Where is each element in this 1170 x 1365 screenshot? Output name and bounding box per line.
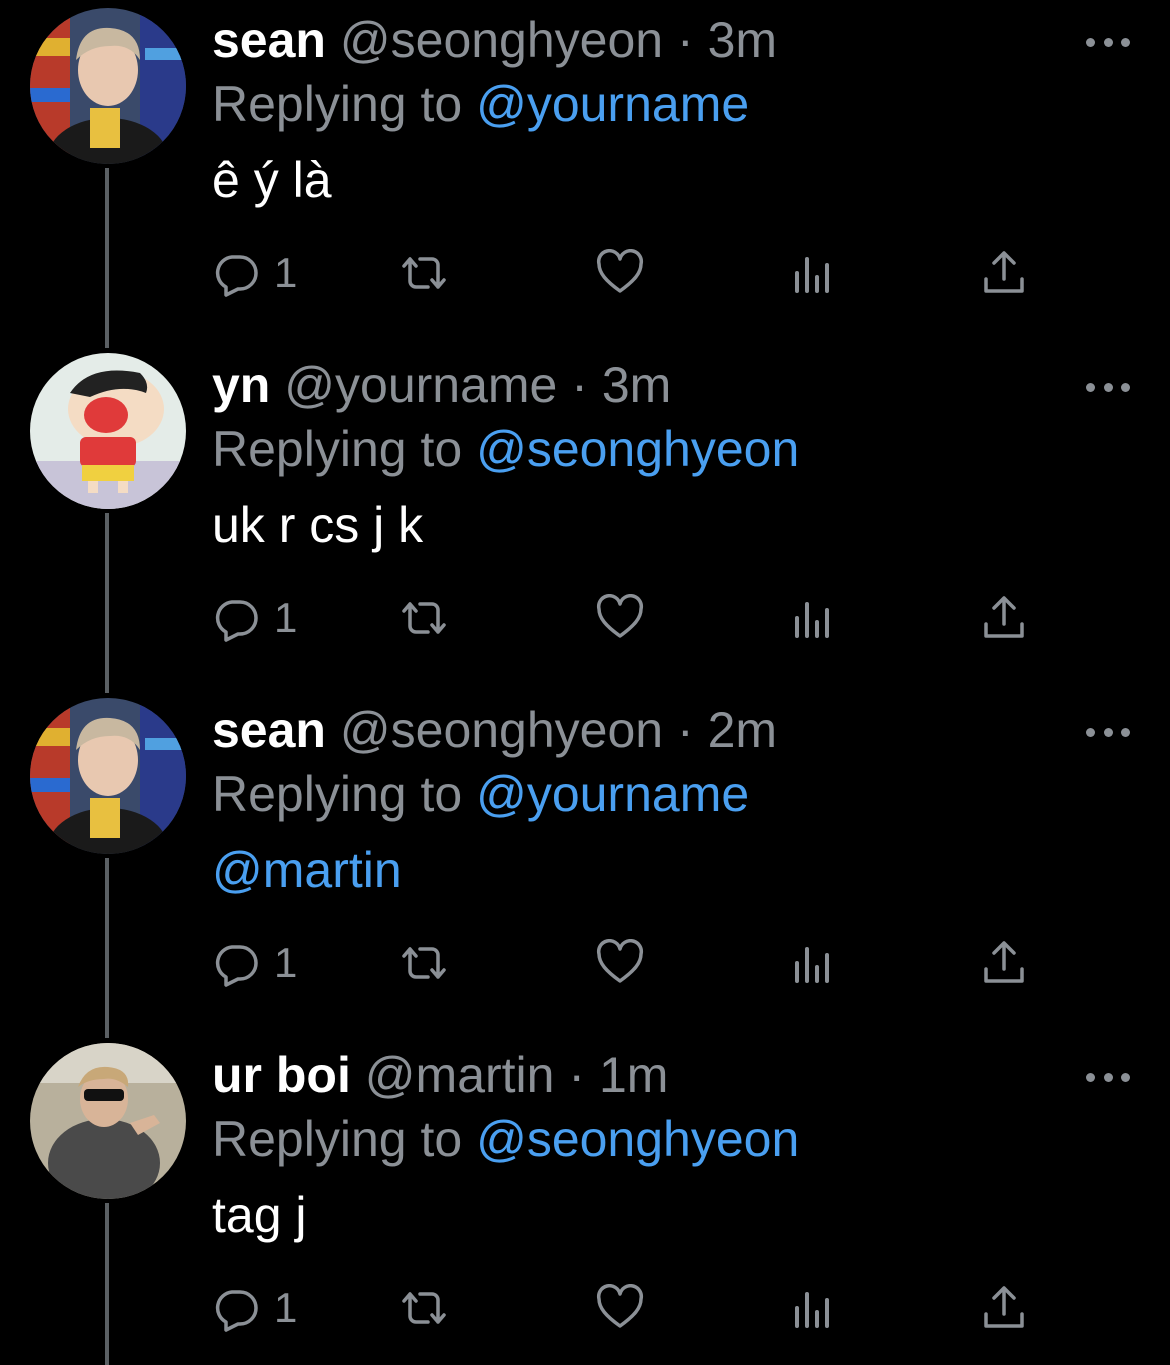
replying-to-label: Replying to [212,766,463,822]
stats-button[interactable] [788,590,836,646]
replying-to: Replying to @yourname [212,74,749,134]
like-button[interactable] [596,1280,644,1336]
share-icon [984,1286,1024,1328]
thread-line [105,168,109,348]
tweet[interactable]: ur boi @martin · 1m Replying to @seonghy… [0,1035,1170,1365]
like-button[interactable] [596,590,644,646]
retweet-icon [402,602,446,634]
tweet-text-mention[interactable]: @martin [212,840,402,900]
replying-to: Replying to @seonghyeon [212,1109,799,1169]
display-name[interactable]: sean [212,12,326,68]
reply-button[interactable]: 1 [212,590,297,646]
replying-to-mention[interactable]: @seonghyeon [476,421,799,477]
replying-to-label: Replying to [212,1111,463,1167]
avatar[interactable] [30,353,186,509]
stats-icon [795,602,829,638]
handle[interactable]: @seonghyeon [340,702,663,758]
tweet-text: uk r cs j k [212,497,424,553]
retweet-icon [402,947,446,979]
timestamp[interactable]: 2m [708,702,777,758]
handle[interactable]: @seonghyeon [340,12,663,68]
replying-to-mention[interactable]: @seonghyeon [476,1111,799,1167]
thread-line [105,858,109,1038]
timestamp[interactable]: 1m [599,1047,668,1103]
avatar[interactable] [30,1043,186,1199]
tweet-text: ê ý là [212,152,332,208]
separator: · [571,357,588,413]
handle[interactable]: @martin [365,1047,555,1103]
like-icon [596,1284,644,1328]
display-name[interactable]: sean [212,702,326,758]
tweet-header: ur boi @martin · 1m [212,1045,668,1105]
stats-icon [795,1292,829,1328]
share-icon [984,596,1024,638]
replying-to: Replying to @seonghyeon [212,419,799,479]
tweet[interactable]: sean @seonghyeon · 3m Replying to @yourn… [0,0,1170,348]
tweet[interactable]: yn @yourname · 3m Replying to @seonghyeo… [0,345,1170,693]
replying-to: Replying to @yourname [212,764,749,824]
reply-count: 1 [274,594,298,641]
retweet-icon [402,1292,446,1324]
share-icon [984,251,1024,293]
like-button[interactable] [596,245,644,301]
like-icon [596,249,644,293]
thread-line [105,513,109,693]
stats-button[interactable] [788,935,836,991]
thread-line [105,1203,109,1365]
reply-button[interactable]: 1 [212,1280,297,1336]
more-icon[interactable] [1086,1059,1130,1095]
replying-to-mention[interactable]: @yourname [476,76,749,132]
tweet-header: yn @yourname · 3m [212,355,671,415]
reply-icon [215,255,258,297]
retweet-button[interactable] [400,935,448,991]
retweet-button[interactable] [400,1280,448,1336]
stats-button[interactable] [788,1280,836,1336]
replying-to-label: Replying to [212,421,463,477]
stats-icon [795,947,829,983]
reply-count: 1 [274,939,298,986]
share-button[interactable] [980,590,1028,646]
stats-button[interactable] [788,245,836,301]
tweet-text: tag j [212,1187,307,1243]
replying-to-mention[interactable]: @yourname [476,766,749,822]
share-button[interactable] [980,935,1028,991]
more-icon[interactable] [1086,24,1130,60]
timestamp[interactable]: 3m [708,12,777,68]
tweet-header: sean @seonghyeon · 3m [212,10,777,70]
reply-icon [215,945,258,987]
display-name[interactable]: yn [212,357,270,413]
display-name[interactable]: ur boi [212,1047,351,1103]
stats-icon [795,257,829,293]
separator: · [677,12,694,68]
retweet-button[interactable] [400,245,448,301]
reply-icon [215,1290,258,1332]
like-button[interactable] [596,935,644,991]
handle[interactable]: @yourname [284,357,557,413]
reply-count: 1 [274,249,298,296]
avatar[interactable] [30,8,186,164]
reply-count: 1 [274,1284,298,1331]
share-button[interactable] [980,1280,1028,1336]
share-icon [984,941,1024,983]
separator: · [568,1047,586,1103]
share-button[interactable] [980,245,1028,301]
timestamp[interactable]: 3m [602,357,671,413]
more-icon[interactable] [1086,369,1130,405]
reply-button[interactable]: 1 [212,245,297,301]
separator: · [677,702,694,758]
tweet-header: sean @seonghyeon · 2m [212,700,777,760]
replying-to-label: Replying to [212,76,463,132]
reply-button[interactable]: 1 [212,935,297,991]
reply-icon [215,600,258,642]
retweet-button[interactable] [400,590,448,646]
retweet-icon [402,257,446,289]
avatar[interactable] [30,698,186,854]
like-icon [596,939,644,983]
like-icon [596,594,644,638]
more-icon[interactable] [1086,714,1130,750]
tweet[interactable]: sean @seonghyeon · 2m Replying to @yourn… [0,690,1170,1038]
